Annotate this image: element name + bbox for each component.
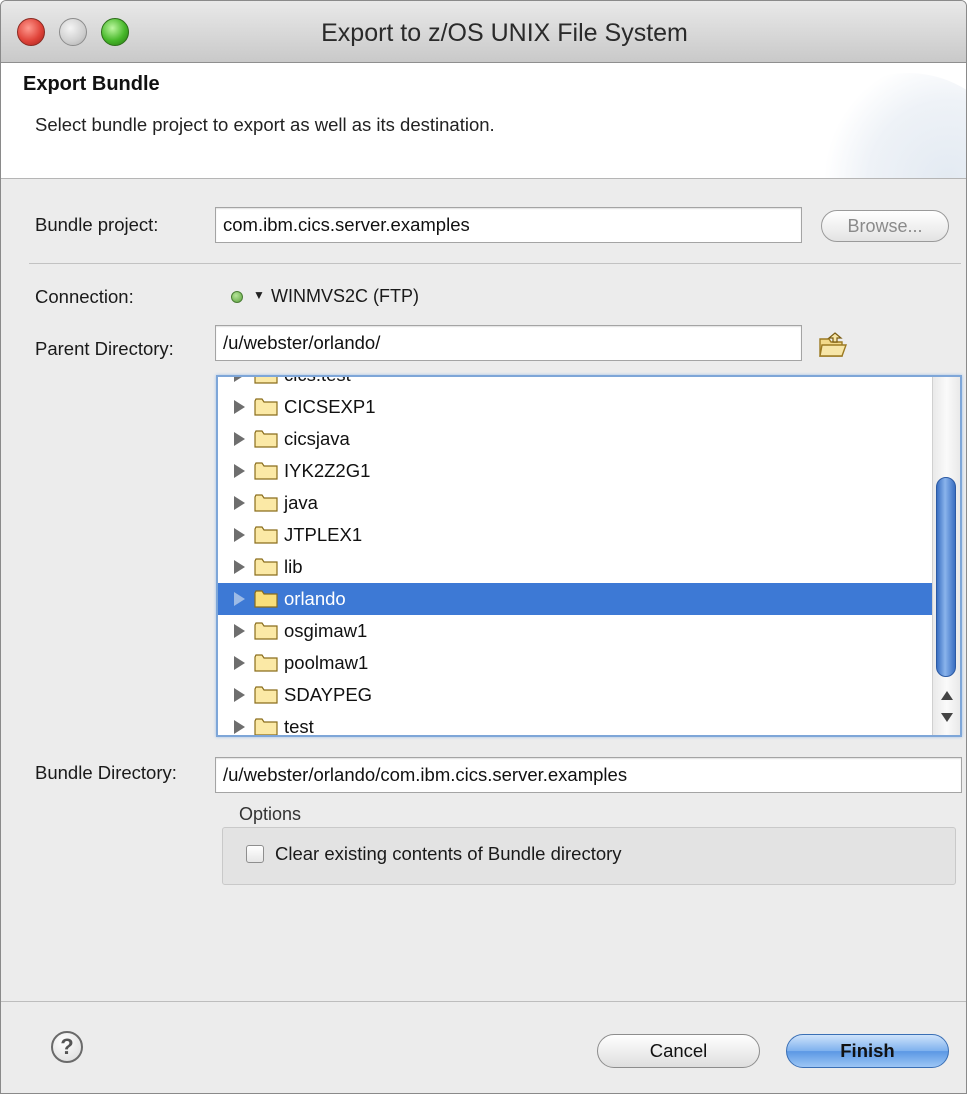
scroll-up-arrow-icon[interactable]: [941, 691, 953, 700]
bundle-project-field[interactable]: com.ibm.cics.server.examples: [215, 207, 802, 243]
tree-item-label: orlando: [284, 588, 346, 609]
tree-item-label: osgimaw1: [284, 620, 368, 641]
folder-icon: [254, 718, 278, 735]
scroll-down-arrow-icon[interactable]: [941, 713, 953, 722]
expand-arrow-icon[interactable]: [234, 560, 245, 574]
tree-row[interactable]: CICSEXP1: [218, 391, 934, 423]
expand-arrow-icon[interactable]: [234, 688, 245, 702]
folder-icon: [254, 462, 278, 480]
tree-row[interactable]: cicsjava: [218, 423, 934, 455]
open-folder-icon[interactable]: [818, 331, 848, 359]
tree-item-label: test: [284, 716, 314, 737]
expand-arrow-icon[interactable]: [234, 592, 245, 606]
expand-arrow-icon[interactable]: [234, 528, 245, 542]
separator: [29, 263, 961, 264]
tree-row[interactable]: osgimaw1: [218, 615, 934, 647]
expand-arrow-icon[interactable]: [234, 432, 245, 446]
folder-icon: [254, 558, 278, 576]
tree-row[interactable]: SDAYPEG: [218, 679, 934, 711]
expand-arrow-icon[interactable]: [234, 624, 245, 638]
directory-tree[interactable]: cics.test CICSEXP1 cicsjava IYK2Z2G1 java JT…: [216, 375, 962, 737]
tree-item-label: java: [284, 492, 318, 513]
tree-row[interactable]: IYK2Z2G1: [218, 455, 934, 487]
clear-contents-label[interactable]: Clear existing contents of Bundle direct…: [275, 843, 622, 865]
title-bar: Export to z/OS UNIX File System: [1, 1, 966, 63]
connection-dropdown-icon[interactable]: ▼: [253, 288, 265, 302]
cancel-button[interactable]: Cancel: [597, 1034, 760, 1068]
tree-row[interactable]: poolmaw1: [218, 647, 934, 679]
tree-item-label: cics.test: [284, 377, 351, 386]
finish-button[interactable]: Finish: [786, 1034, 949, 1068]
footer-separator: [1, 1001, 966, 1002]
folder-icon: [254, 494, 278, 512]
folder-icon: [254, 622, 278, 640]
dialog-header: Export Bundle Select bundle project to e…: [1, 63, 966, 179]
page-description: Select bundle project to export as well …: [35, 114, 495, 135]
tree-row[interactable]: cics.test: [218, 377, 934, 391]
bundle-project-label: Bundle project:: [35, 214, 159, 235]
clear-contents-checkbox[interactable]: [246, 845, 264, 863]
folder-icon: [254, 654, 278, 672]
parent-directory-label: Parent Directory:: [35, 338, 174, 359]
window-title: Export to z/OS UNIX File System: [321, 19, 688, 47]
tree-row[interactable]: java: [218, 487, 934, 519]
scrollbar-thumb[interactable]: [936, 477, 956, 677]
folder-icon: [254, 377, 278, 384]
options-group-title: Options: [239, 804, 302, 824]
tree-item-label: poolmaw1: [284, 652, 369, 673]
folder-icon: [254, 526, 278, 544]
page-title: Export Bundle: [23, 73, 160, 95]
tree-row-selected[interactable]: orlando: [218, 583, 934, 615]
tree-item-label: IYK2Z2G1: [284, 460, 371, 481]
expand-arrow-icon[interactable]: [234, 496, 245, 510]
tree-item-label: cicsjava: [284, 428, 350, 449]
connection-name[interactable]: WINMVS2C (FTP): [271, 286, 419, 307]
parent-directory-field[interactable]: /u/webster/orlando/: [215, 325, 802, 361]
header-decoration: [808, 73, 966, 178]
expand-arrow-icon[interactable]: [234, 400, 245, 414]
connection-label: Connection:: [35, 286, 134, 307]
tree-row[interactable]: test: [218, 711, 934, 737]
folder-icon: [254, 590, 278, 608]
tree-item-label: lib: [284, 556, 303, 577]
tree-scrollbar[interactable]: [932, 377, 960, 735]
bundle-directory-label: Bundle Directory:: [35, 762, 177, 783]
tree-item-label: JTPLEX1: [284, 524, 363, 545]
help-icon[interactable]: ?: [51, 1031, 83, 1063]
browse-button[interactable]: Browse...: [821, 210, 949, 242]
tree-item-label: CICSEXP1: [284, 396, 376, 417]
expand-arrow-icon[interactable]: [234, 720, 245, 734]
connection-status-icon: [231, 291, 243, 303]
folder-icon: [254, 430, 278, 448]
export-dialog: Export to z/OS UNIX File System Export B…: [0, 0, 967, 1094]
expand-arrow-icon[interactable]: [234, 464, 245, 478]
tree-row[interactable]: JTPLEX1: [218, 519, 934, 551]
bundle-directory-field[interactable]: /u/webster/orlando/com.ibm.cics.server.e…: [215, 757, 962, 793]
folder-icon: [254, 398, 278, 416]
expand-arrow-icon[interactable]: [234, 656, 245, 670]
folder-icon: [254, 686, 278, 704]
expand-arrow-icon[interactable]: [234, 377, 245, 382]
tree-row[interactable]: lib: [218, 551, 934, 583]
tree-item-label: SDAYPEG: [284, 684, 373, 705]
